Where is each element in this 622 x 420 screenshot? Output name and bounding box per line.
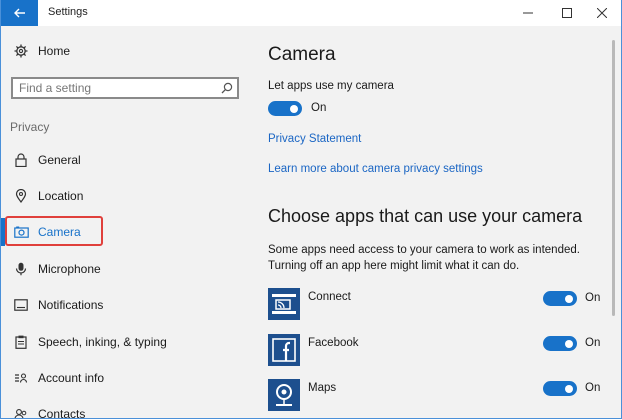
maps-toggle[interactable] bbox=[543, 381, 577, 396]
contacts-icon bbox=[13, 406, 29, 418]
search-icon bbox=[221, 81, 233, 99]
sidebar-item-label: Account info bbox=[38, 371, 105, 385]
page-title: Camera bbox=[268, 44, 336, 65]
app-name-maps: Maps bbox=[308, 382, 337, 394]
camera-access-state: On bbox=[311, 102, 327, 114]
connect-state: On bbox=[585, 292, 601, 304]
sidebar-item-camera[interactable]: Camera bbox=[1, 217, 247, 247]
app-name-connect: Connect bbox=[308, 291, 351, 303]
search-input[interactable] bbox=[19, 81, 209, 95]
facebook-toggle[interactable] bbox=[543, 336, 577, 351]
back-arrow-icon bbox=[13, 8, 25, 18]
notifications-icon bbox=[13, 297, 29, 313]
maximize-icon bbox=[562, 8, 572, 18]
search-field[interactable] bbox=[11, 77, 239, 99]
sidebar: Home Privacy General bbox=[1, 26, 247, 418]
close-icon bbox=[597, 8, 607, 18]
account-info-icon bbox=[13, 370, 29, 386]
facebook-icon bbox=[268, 334, 300, 366]
gear-icon bbox=[13, 43, 29, 59]
sidebar-item-microphone[interactable]: Microphone bbox=[1, 254, 247, 284]
connect-icon bbox=[268, 288, 300, 320]
sidebar-item-account-info[interactable]: Account info bbox=[1, 363, 247, 393]
sidebar-item-speech[interactable]: Speech, inking, & typing bbox=[1, 327, 247, 357]
sidebar-item-label: Home bbox=[38, 44, 71, 58]
sidebar-item-label: Contacts bbox=[38, 407, 86, 418]
facebook-state: On bbox=[585, 337, 601, 349]
sidebar-item-general[interactable]: General bbox=[1, 145, 247, 175]
lock-icon bbox=[13, 152, 29, 168]
app-name-facebook: Facebook bbox=[308, 337, 359, 349]
sidebar-item-label: Camera bbox=[38, 225, 81, 239]
title-bar: Settings bbox=[1, 0, 621, 26]
back-button[interactable] bbox=[1, 0, 38, 26]
maps-icon bbox=[268, 379, 300, 411]
maps-state: On bbox=[585, 382, 601, 394]
apps-heading: Choose apps that can use your camera bbox=[268, 206, 583, 226]
sidebar-item-label: Microphone bbox=[38, 262, 101, 276]
minimize-icon bbox=[523, 12, 533, 14]
camera-access-toggle[interactable] bbox=[268, 101, 302, 116]
privacy-statement-link[interactable]: Privacy Statement bbox=[268, 133, 361, 145]
content-pane: Camera Let apps use my camera On Privacy… bbox=[247, 26, 607, 418]
camera-access-label: Let apps use my camera bbox=[268, 80, 394, 92]
close-button[interactable] bbox=[585, 0, 619, 26]
sidebar-item-home[interactable]: Home bbox=[1, 36, 247, 66]
settings-window: Settings Home Find a setting Privacy Gen… bbox=[0, 0, 622, 419]
microphone-icon bbox=[13, 261, 29, 277]
section-label-privacy: Privacy bbox=[10, 120, 50, 134]
connect-toggle[interactable] bbox=[543, 291, 577, 306]
learn-more-link[interactable]: Learn more about camera privacy settings bbox=[268, 163, 483, 175]
maximize-button[interactable] bbox=[550, 0, 584, 26]
sidebar-item-notifications[interactable]: Notifications bbox=[1, 290, 247, 320]
sidebar-item-label: General bbox=[38, 153, 81, 167]
sidebar-item-contacts[interactable]: Contacts bbox=[1, 399, 247, 418]
sidebar-item-label: Notifications bbox=[38, 298, 104, 312]
scrollbar-thumb[interactable] bbox=[612, 40, 615, 316]
window-title: Settings bbox=[48, 6, 88, 18]
clipboard-icon bbox=[13, 334, 29, 350]
minimize-button[interactable] bbox=[511, 0, 545, 26]
sidebar-item-label: Location bbox=[38, 189, 84, 203]
camera-icon bbox=[13, 224, 29, 240]
location-pin-icon bbox=[13, 188, 29, 204]
apps-description-line1: Some apps need access to your camera to … bbox=[268, 244, 580, 256]
sidebar-item-location[interactable]: Location bbox=[1, 181, 247, 211]
apps-description-line2: Turning off an app here might limit what… bbox=[268, 260, 520, 272]
sidebar-item-label: Speech, inking, & typing bbox=[38, 335, 167, 349]
